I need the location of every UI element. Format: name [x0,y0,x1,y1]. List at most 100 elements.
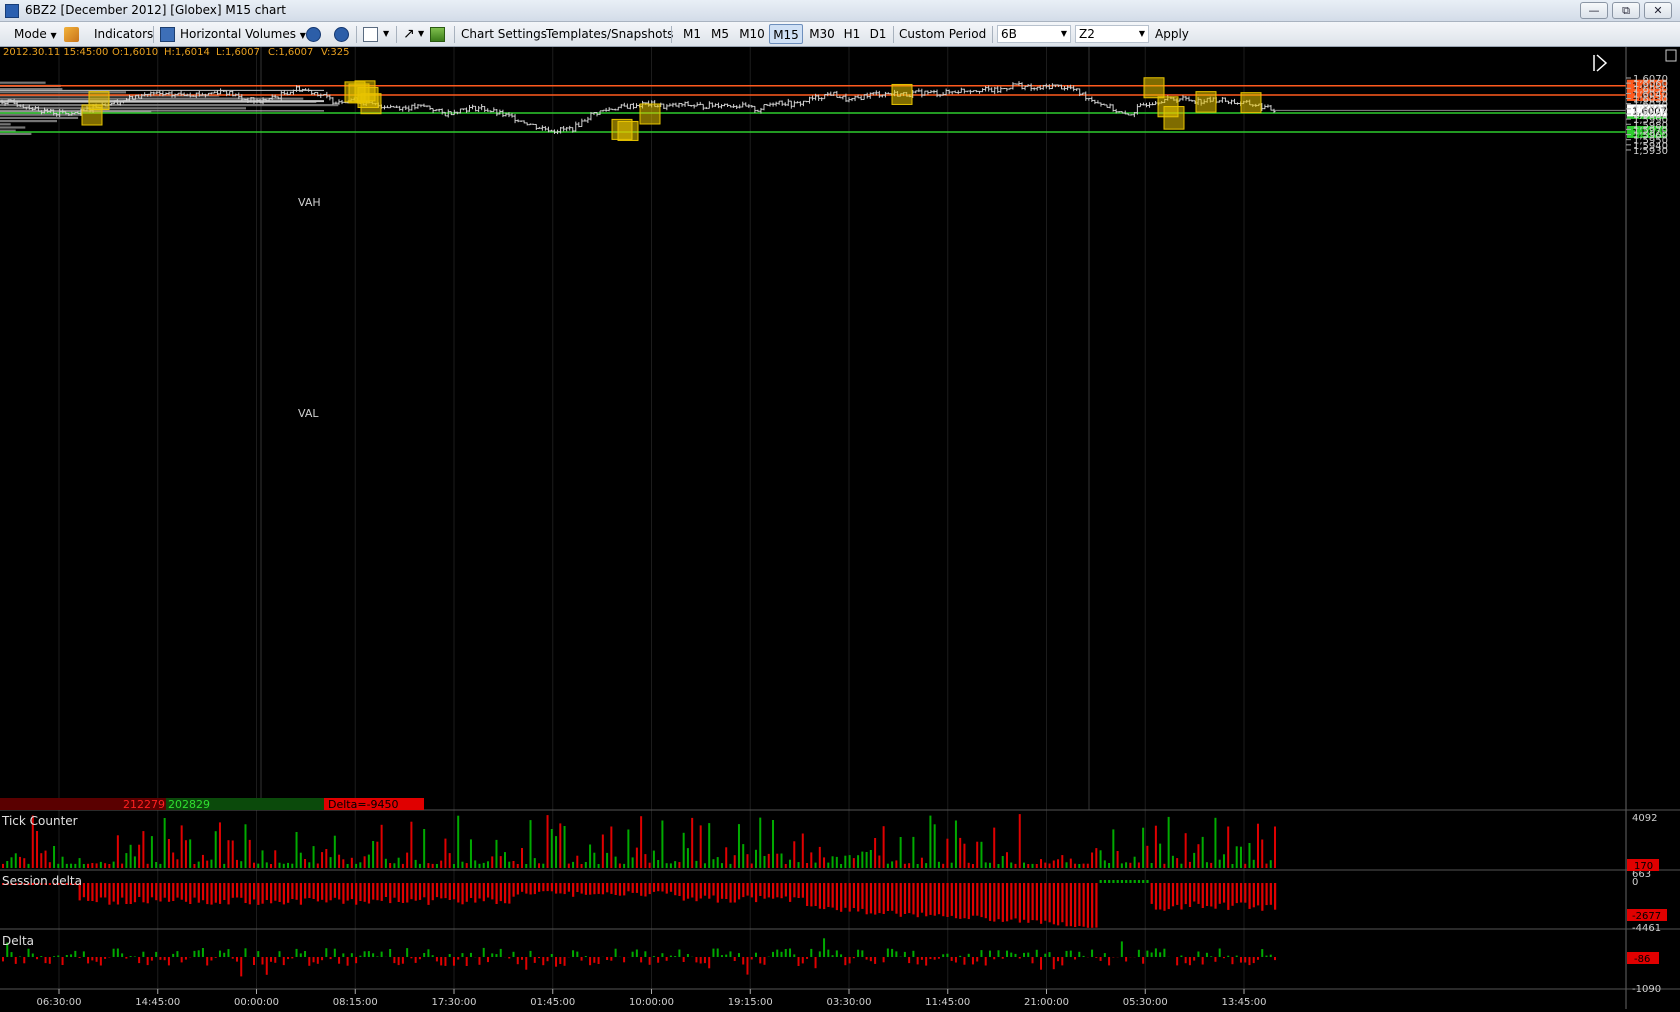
volume-profile-bar [0,126,25,128]
objects-icon[interactable] [430,27,445,42]
session-delta-bar [542,883,544,891]
scroll-back-icon[interactable] [306,27,321,42]
new-window-icon[interactable] [363,27,378,42]
contract-select[interactable]: Z2▼ [1075,25,1149,43]
close-button[interactable]: ✕ [1644,2,1672,19]
delta-bar [980,950,982,957]
session-delta-bar [1185,883,1187,904]
tick-counter-bar [419,864,421,868]
delta-bar [291,957,293,958]
session-delta-bar [738,883,740,899]
timeframe-m1-button[interactable]: M1 [680,24,704,44]
delta-bar [904,952,906,957]
session-delta-bar [891,883,893,911]
delta-bar [232,957,234,959]
session-delta-bar [564,883,566,894]
delta-bar [1163,949,1165,957]
tick-counter-bar [1236,846,1238,868]
session-delta-bar [96,883,98,902]
session-delta-bar [772,883,774,899]
session-delta-bar [844,883,846,908]
cursor-icon[interactable]: ↗ [403,25,415,43]
delta-bar [1044,954,1046,957]
chevron-down-icon[interactable]: ▼ [418,25,424,43]
timeframe-m5-button[interactable]: M5 [708,24,732,44]
tick-counter-bar [478,864,480,868]
chart-settings-button[interactable]: Chart Settings [461,25,547,43]
tick-counter-bar [1108,863,1110,868]
delta-bar [138,957,140,963]
templates-snapshots-button[interactable]: Templates/Snapshots [546,25,673,43]
delta-bar [15,957,17,964]
timeframe-m15-button[interactable]: M15 [769,24,803,44]
session-delta-bar [1189,883,1191,907]
horizontal-volumes-menu[interactable]: Horizontal Volumes ▼ [180,25,306,43]
custom-period-button[interactable]: Custom Period [899,25,986,43]
session-delta-bar [802,883,804,898]
window-title: 6BZ2 [December 2012] [Globex] M15 chart [25,3,286,17]
timeframe-h1-button[interactable]: H1 [840,24,864,44]
delta-bar [538,957,540,958]
delta-bar [262,957,264,965]
session-delta-bar [644,883,646,897]
timeframe-m30-button[interactable]: M30 [806,24,838,44]
indicators-button[interactable]: Indicators [94,25,153,43]
tick-counter-bar [206,861,208,868]
tick-counter-bar [513,861,515,868]
delta-bar [644,951,646,957]
delta-bar [487,957,489,962]
mode-menu[interactable]: Mode ▼ [14,25,57,43]
session-delta-bar [606,883,608,892]
chevron-down-icon[interactable]: ▼ [383,25,389,43]
delta-bar [49,957,51,964]
session-delta-bar [627,883,629,891]
session-delta-bar [449,883,451,900]
delta-bar [113,949,115,957]
session-delta-bar [789,883,791,902]
delta-bar [1244,957,1246,963]
delta-bar [79,957,81,958]
session-delta-bar [551,883,553,891]
session-delta-bar [819,883,821,909]
session-delta-bar [1057,883,1059,925]
session-delta-bar [1172,883,1174,906]
delta-bar [1104,953,1106,957]
timeframe-d1-button[interactable]: D1 [866,24,890,44]
delta-bar [355,957,357,963]
chart-area[interactable]: 1,60551,60371,60021,59651,6007 1,60701,6… [0,47,1680,1009]
session-delta-bar [640,883,642,896]
tick-counter-bar [602,835,604,869]
session-delta-bar [478,883,480,899]
tick-counter-bar [619,864,621,869]
delta-bar [470,953,472,957]
session-delta-bar [1104,880,1106,883]
symbol-select[interactable]: 6B▼ [997,25,1071,43]
apply-button[interactable]: Apply [1155,25,1189,43]
tick-counter-bar [1253,860,1255,868]
session-delta-bar [993,883,995,922]
delta-bar [393,957,395,963]
delta-bar [542,957,544,965]
price-chart[interactable]: 1,60551,60371,60021,59651,6007 1,60701,6… [0,47,1680,1009]
tick-counter-bar [164,818,166,868]
pencil-icon[interactable] [64,27,79,42]
session-delta-bar [1019,883,1021,923]
tick-counter-bar [432,864,434,868]
session-delta-bar [338,883,340,900]
timeframe-m10-button[interactable]: M10 [736,24,768,44]
tick-counter-bar [1146,846,1148,868]
volume-profile-bar [0,98,303,100]
tick-counter-bar [57,864,59,868]
tick-counter-bar [1044,863,1046,868]
session-delta-bar [678,883,680,896]
tick-counter-bar [636,848,638,868]
toolbar-separator [671,26,672,43]
delta-bar [670,956,672,957]
session-delta-bar [1142,880,1144,883]
delta-bar [921,957,923,960]
session-delta-bar [538,883,540,892]
minimize-button[interactable]: — [1580,2,1608,19]
delta-bar [883,957,885,962]
scroll-forward-icon[interactable] [334,27,349,42]
restore-button[interactable]: ⧉ [1612,2,1640,19]
